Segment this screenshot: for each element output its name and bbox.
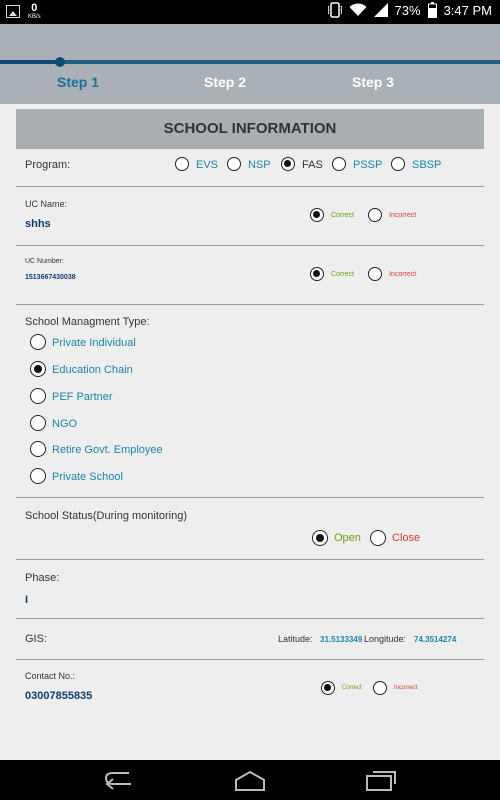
status-open-radio[interactable] [312,530,328,546]
image-notification-icon [6,5,20,18]
status-close-label[interactable]: Close [392,532,420,544]
program-radio-sbsp[interactable] [391,157,405,171]
home-icon[interactable] [230,768,270,792]
divider [16,186,484,187]
school-information-form: SCHOOL INFORMATION Program: EVS NSP FAS … [16,104,484,760]
uc-name-value: shhs [25,218,51,230]
status-open-label[interactable]: Open [334,532,361,544]
signal-icon [373,3,388,17]
management-radio-private-individual[interactable] [30,334,46,350]
gis-label: GIS: [25,633,48,645]
management-option-education-chain[interactable]: Education Chain [52,364,133,376]
management-type-label: School Managment Type: [25,316,150,328]
step-3-tab[interactable]: Step 3 [352,74,394,90]
status-close-radio[interactable] [370,530,386,546]
latitude-label: Latitude: [278,634,313,644]
program-option-nsp[interactable]: NSP [248,159,271,171]
divider [16,497,484,498]
step-progress-header: Step 1 Step 2 Step 3 [0,24,500,104]
uc-number-incorrect-label[interactable]: Incorrect [389,271,416,278]
uc-number-correct-radio[interactable] [310,267,324,281]
divider [16,304,484,305]
contact-label: Contact No.: [25,671,76,681]
program-radio-pssp[interactable] [332,157,346,171]
phase-value: I [25,594,29,606]
uc-name-incorrect-label[interactable]: Incorrect [389,212,416,219]
divider [16,618,484,619]
contact-incorrect-radio[interactable] [373,681,387,695]
program-option-fas[interactable]: FAS [302,159,323,171]
phase-label: Phase: [25,572,60,584]
network-speed-value: 0 [31,2,38,14]
program-label: Program: [25,159,71,171]
navigation-bar [0,760,500,800]
back-icon[interactable] [99,768,139,792]
program-radio-nsp[interactable] [227,157,241,171]
program-option-pssp[interactable]: PSSP [353,159,382,171]
latitude-value: 31.5133349 [320,635,363,644]
uc-name-correct-radio[interactable] [310,208,324,222]
battery-icon [427,2,437,18]
network-speed: 0 KB/s [28,2,41,21]
management-option-ngo[interactable]: NGO [52,418,77,430]
divider [16,659,484,660]
battery-percent: 73% [394,2,421,18]
contact-correct-radio[interactable] [321,681,335,695]
management-option-pef-partner[interactable]: PEF Partner [52,391,113,403]
divider [16,559,484,560]
contact-correct-label[interactable]: Correct [342,685,362,691]
step-1-tab[interactable]: Step 1 [57,74,99,90]
vibrate-icon [327,2,342,18]
uc-name-correct-label[interactable]: Correct [331,212,354,219]
management-radio-pef-partner[interactable] [30,388,46,404]
longitude-label: Longitude: [364,634,407,644]
progress-fill [0,60,60,64]
program-radio-evs[interactable] [175,157,189,171]
program-option-evs[interactable]: EVS [196,159,218,171]
management-radio-private-school[interactable] [30,468,46,484]
recent-apps-icon[interactable] [361,768,401,792]
management-radio-retire-govt-employee[interactable] [30,441,46,457]
uc-number-label: UC Number: [25,258,64,265]
uc-name-label: UC Name: [25,199,68,209]
network-speed-unit: KB/s [28,14,41,20]
longitude-value: 74.3514274 [414,635,457,644]
clock: 3:47 PM [443,2,492,18]
management-option-private-individual[interactable]: Private Individual [52,337,136,349]
contact-value: 03007855835 [25,690,93,702]
management-option-private-school[interactable]: Private School [52,471,123,483]
status-bar: 0 KB/s 73% 3:47 PM [0,0,500,24]
management-option-retire-govt-employee[interactable]: Retire Govt. Employee [52,444,163,456]
uc-number-incorrect-radio[interactable] [368,267,382,281]
school-status-label: School Status(During monitoring) [25,510,188,522]
contact-incorrect-label[interactable]: Incorrect [394,685,417,691]
wifi-icon [349,3,367,16]
program-radio-fas[interactable] [281,157,295,171]
progress-indicator [55,57,65,67]
uc-name-incorrect-radio[interactable] [368,208,382,222]
program-option-sbsp[interactable]: SBSP [412,159,441,171]
section-title: SCHOOL INFORMATION [16,109,484,149]
management-radio-ngo[interactable] [30,415,46,431]
progress-track [0,57,500,67]
step-2-tab[interactable]: Step 2 [204,74,246,90]
uc-number-correct-label[interactable]: Correct [331,271,354,278]
uc-number-value: 1513667430038 [25,274,76,281]
management-radio-education-chain[interactable] [30,361,46,377]
divider [16,245,484,246]
